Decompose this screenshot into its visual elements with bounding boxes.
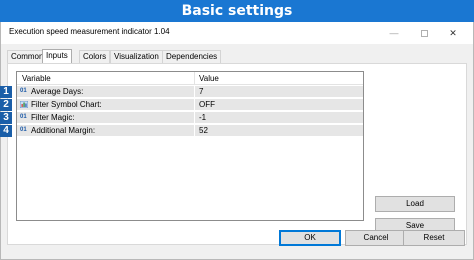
minimize-button[interactable]: — — [385, 24, 403, 42]
column-divider[interactable] — [194, 72, 195, 85]
cell-divider — [194, 86, 195, 98]
callout-badge-3: 3 — [0, 112, 12, 124]
banner-title: Basic settings — [0, 0, 474, 22]
tab-visualization[interactable]: Visualization — [110, 50, 163, 63]
callout-badge-4: 4 — [0, 125, 12, 137]
load-button-label: Load — [406, 199, 424, 208]
inputs-panel: Variable Value 01 Average Days: 7 Filter… — [7, 63, 467, 245]
grid-row-filter-magic[interactable]: 01 Filter Magic: -1 — [17, 112, 363, 124]
variable-name: Filter Symbol Chart: — [31, 100, 102, 109]
reset-button[interactable]: Reset — [403, 230, 465, 246]
dialog-window: Execution speed measurement indicator 1.… — [0, 22, 474, 260]
cell-divider — [194, 99, 195, 111]
grid-header: Variable Value — [17, 72, 363, 85]
maximize-icon — [420, 30, 428, 38]
load-button[interactable]: Load — [375, 196, 455, 212]
maximize-button[interactable] — [415, 24, 433, 42]
tab-dependencies[interactable]: Dependencies — [162, 50, 222, 63]
variable-name: Average Days: — [31, 87, 84, 96]
cell-divider — [194, 112, 195, 124]
close-button[interactable]: ✕ — [444, 24, 462, 42]
grid-row-additional-margin[interactable]: 01 Additional Margin: 52 — [17, 125, 363, 137]
integer-type-icon: 01 — [20, 127, 27, 133]
grid-row-average-days[interactable]: 01 Average Days: 7 — [17, 86, 363, 98]
callout-badge-2: 2 — [0, 99, 12, 111]
variable-value[interactable]: 52 — [199, 126, 208, 135]
column-header-variable[interactable]: Variable — [22, 74, 51, 83]
ok-button[interactable]: OK — [279, 230, 341, 246]
ok-button-label: OK — [304, 233, 316, 242]
variable-value[interactable]: 7 — [199, 87, 203, 96]
tab-inputs[interactable]: Inputs — [42, 49, 72, 63]
tab-colors[interactable]: Colors — [79, 50, 111, 63]
variable-name: Additional Margin: — [31, 126, 96, 135]
save-button-label: Save — [405, 221, 425, 230]
grid-row-filter-symbol-chart[interactable]: Filter Symbol Chart: OFF — [17, 99, 363, 111]
column-header-value[interactable]: Value — [199, 74, 219, 83]
variable-name: Filter Magic: — [31, 113, 75, 122]
inputs-grid: Variable Value 01 Average Days: 7 Filter… — [16, 71, 364, 221]
cell-divider — [194, 125, 195, 137]
reset-button-label: Reset — [423, 233, 445, 242]
variable-value[interactable]: -1 — [199, 113, 206, 122]
title-bar: Execution speed measurement indicator 1.… — [1, 22, 473, 44]
variable-value[interactable]: OFF — [199, 100, 215, 109]
callout-badge-1: 1 — [0, 86, 12, 98]
chart-icon — [19, 100, 29, 109]
window-title: Execution speed measurement indicator 1.… — [9, 27, 170, 36]
integer-type-icon: 01 — [20, 114, 27, 120]
cancel-button-label: Cancel — [363, 233, 389, 242]
integer-type-icon: 01 — [20, 88, 27, 94]
cancel-button[interactable]: Cancel — [345, 230, 407, 246]
